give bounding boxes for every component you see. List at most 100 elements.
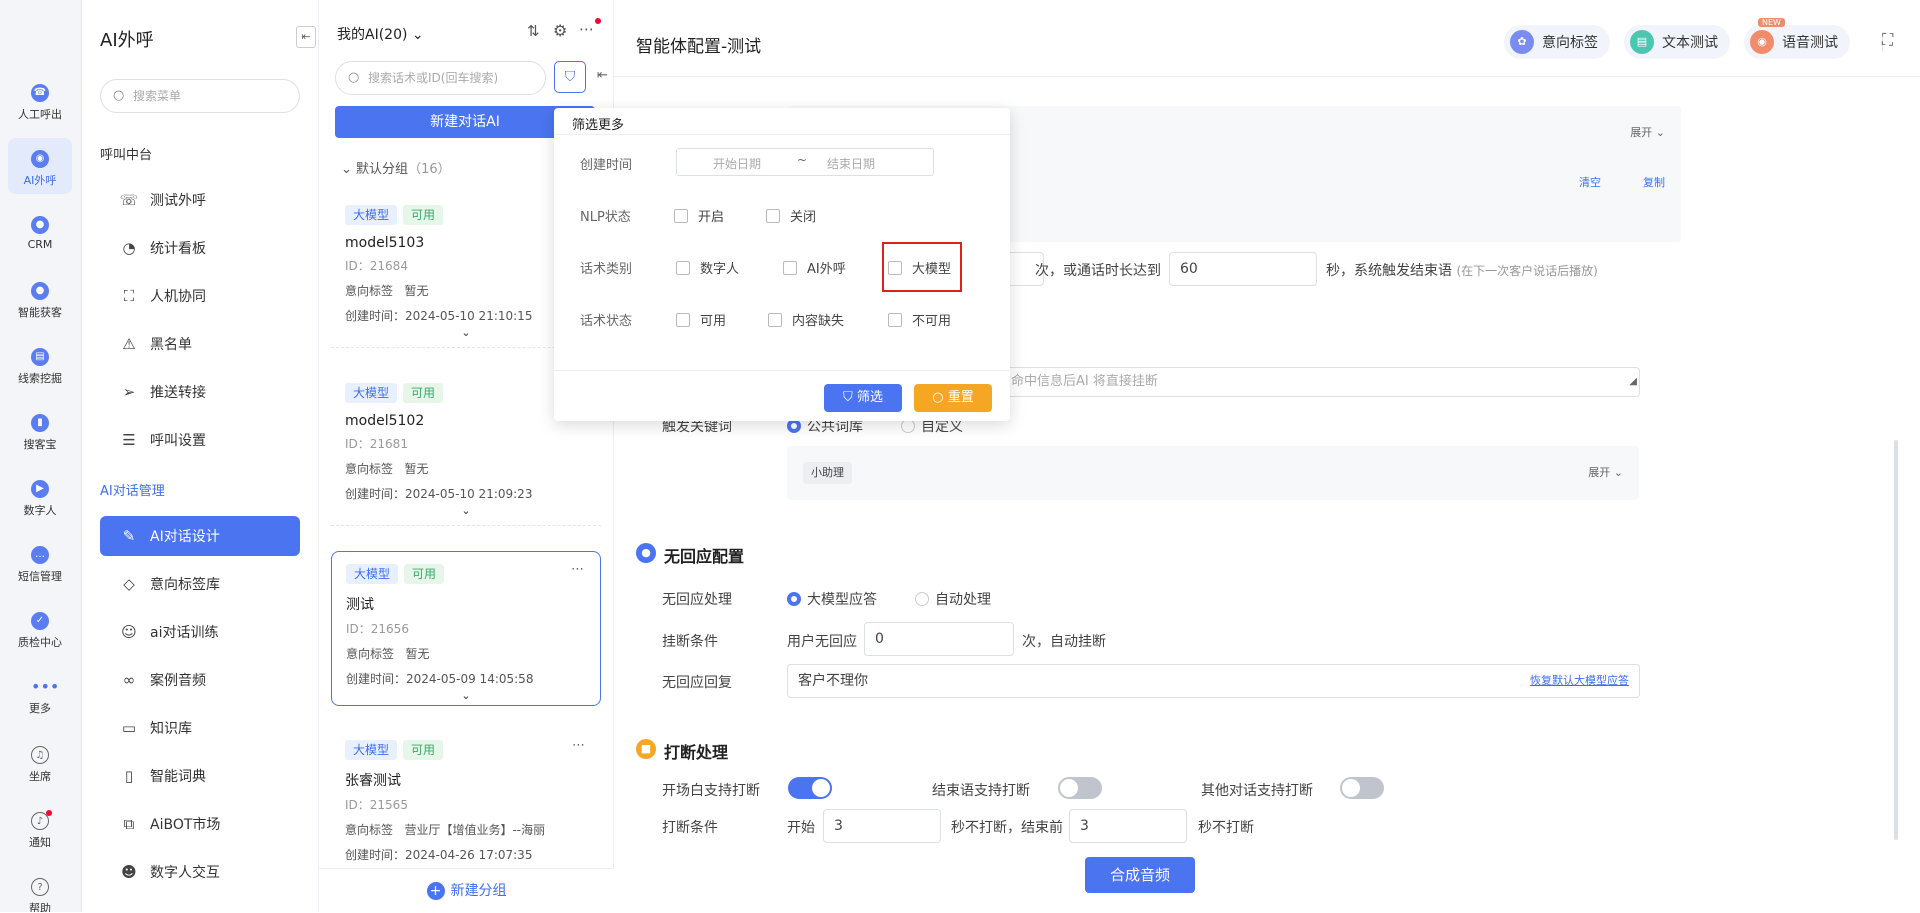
end-interrupt-toggle[interactable] [1058,777,1102,799]
radio-icon [901,419,915,433]
voice-test-button[interactable]: ◉ 语音测试 NEW [1744,18,1850,59]
rail-item-clue[interactable]: ▤ 线索挖掘 [8,336,72,392]
list-collapse-icon[interactable]: ⇤ [597,68,608,83]
ai-card-selected[interactable]: 大模型 可用 ⋯ 测试 ID：21656 意向标签 暂无 创建时间：2024-05… [331,551,601,706]
rail-item-manual-call[interactable]: ☎ 人工呼出 [8,72,72,128]
rail-item-ai-call[interactable]: ◉ AI外呼 [8,138,72,194]
cat-digital-checkbox[interactable]: 数字人 [676,258,739,277]
card-more-icon[interactable]: ⋯ [571,562,584,577]
menu-item-audio[interactable]: ∞ 案例音频 [100,660,300,700]
more-options-icon[interactable]: ⋯ [579,20,594,38]
model-badge: 大模型 [345,740,398,760]
status-unavailable-checkbox[interactable]: 不可用 [888,310,951,329]
scrollbar[interactable] [1894,440,1898,840]
restore-link[interactable]: 恢复默认大模型应答 [1530,665,1629,697]
rail-item-quality[interactable]: ✓ 质检中心 [8,600,72,656]
list-title-dropdown[interactable]: 我的AI(20) ⌄ [337,24,424,44]
noresp-llm-radio[interactable]: 大模型应答 [787,589,877,609]
rail-item-crm[interactable]: ● CRM [8,204,72,260]
cond-end: 秒不打断 [1198,820,1254,836]
menu-item-blacklist[interactable]: ⚠ 黑名单 [100,324,300,364]
filter-button[interactable]: ⛉ 筛选 [824,384,902,412]
hangup-textarea[interactable]: 命中信息后AI 将直接挂断 ◢ [1000,367,1640,397]
menu-item-dictionary[interactable]: ▯ 智能词典 [100,756,300,796]
menu-item-call-settings[interactable]: ☰ 呼叫设置 [100,420,300,460]
menu-item-ai-design[interactable]: ✎ AI对话设计 [100,516,300,556]
rail-item-help[interactable]: ? 帮助 [8,866,72,912]
chevron-down-icon[interactable]: ⌄ [345,326,587,339]
new-badge: NEW [1758,18,1785,27]
menu-item-collab[interactable]: ⛶ 人机协同 [100,276,300,316]
menu-item-push[interactable]: ➢ 推送转接 [100,372,300,412]
expand-link[interactable]: 展开 ⌄ [1588,464,1623,480]
menu-group-call: 呼叫中台 [100,148,153,163]
cond-mid: 秒不打断，结束前 [951,820,1063,836]
intent-tag-button[interactable]: ✿ 意向标签 [1504,25,1610,59]
help-icon: ? [31,878,49,896]
cond-end-input[interactable]: 3 [1069,809,1187,843]
synthesize-audio-button[interactable]: 合成音频 [1085,857,1195,893]
group-header[interactable]: ⌄ 默认分组（16） [341,158,451,177]
menu-item-test-call[interactable]: ☏ 测试外呼 [100,180,300,220]
menu-item-training[interactable]: ☺ ai对话训练 [100,612,300,652]
cat-aicall-checkbox[interactable]: AI外呼 [783,258,846,277]
cond-start-input[interactable]: 3 [823,809,941,843]
seconds-text: 秒，系统触发结束语 (在下一次客户说话后播放) [1326,263,1598,279]
list-search-input[interactable]: ○ 搜索话术或ID(回车搜索) [335,61,546,95]
noresp-title: 无回应配置 [664,547,745,566]
rail-item-sms[interactable]: … 短信管理 [8,534,72,590]
reset-button[interactable]: ○ 重置 [914,384,992,412]
status-missing-checkbox[interactable]: 内容缺失 [768,310,844,329]
ai-call-icon: ◉ [31,150,49,168]
voice-icon: ◉ [1750,30,1774,54]
duration-input[interactable]: 60 [1169,252,1317,286]
rail-item-search-customer[interactable]: ▮ 搜客宝 [8,402,72,458]
new-group-button[interactable]: + 新建分组 [319,868,614,912]
card-id: ID：21565 [345,798,408,812]
filter-icon[interactable]: ⛉ [554,61,586,93]
open-interrupt-label: 开场白支持打断 [662,783,760,799]
menu-item-digital-interact[interactable]: ☻ 数字人交互 [100,852,300,892]
sort-icon[interactable]: ⇅ [527,22,540,40]
card-more-icon[interactable]: ⋯ [572,738,585,753]
rail-item-digital-human[interactable]: ▶ 数字人 [8,468,72,524]
status-ok-checkbox[interactable]: 可用 [676,310,726,329]
rail-item-more[interactable]: ••• 更多 [8,666,72,722]
settings-icon[interactable]: ⚙ [553,21,567,40]
cat-llm-checkbox[interactable]: 大模型 [888,258,951,277]
noresp-auto-radio[interactable]: 自动处理 [915,589,991,609]
nlp-on-checkbox[interactable]: 开启 [674,206,724,225]
crm-icon: ● [31,216,49,234]
nlp-off-checkbox[interactable]: 关闭 [766,206,816,225]
rail-item-notify[interactable]: ♪ 通知 [8,800,72,856]
menu-item-intent-tags[interactable]: ◇ 意向标签库 [100,564,300,604]
hang-text1: 用户无回应 [787,634,857,650]
rail-item-acquire[interactable]: ● 智能获客 [8,270,72,326]
card-id: ID：21656 [346,622,409,636]
page-title: 智能体配置-测试 [636,37,762,57]
menu-item-aibot[interactable]: ⧉ AiBOT市场 [100,804,300,844]
clear-link[interactable]: 清空 [1579,174,1601,190]
rail-item-seat[interactable]: ♫ 坐席 [8,734,72,790]
menu-search-input[interactable]: ○ 搜索菜单 [100,79,300,113]
collapse-menu-icon[interactable]: ⇤ [296,26,316,48]
menu-item-stats[interactable]: ◔ 统计看板 [100,228,300,268]
other-interrupt-toggle[interactable] [1340,777,1384,799]
expand-link[interactable]: 展开 ⌄ [1630,124,1665,140]
book-icon: ▯ [124,767,134,785]
copy-link[interactable]: 复制 [1643,174,1665,190]
menu-item-knowledge[interactable]: ▭ 知识库 [100,708,300,748]
reply-input[interactable]: 客户不理你 恢复默认大模型应答 [787,664,1640,698]
chevron-down-icon[interactable]: ⌄ [346,689,586,702]
fullscreen-icon[interactable]: ⛶ [1882,30,1893,50]
ai-card[interactable]: 大模型 可用 ⋯ 张睿测试 ID：21565 意向标签 营业厅【增值业务】--海丽… [331,728,601,868]
cat-label: 话术类别 [580,262,633,277]
chevron-down-icon: ⌄ [341,162,352,177]
laptop-icon: ▭ [121,719,137,737]
text-test-button[interactable]: ▤ 文本测试 [1624,25,1730,59]
open-interrupt-toggle[interactable] [788,777,832,799]
hang-count-input[interactable]: 0 [864,622,1014,656]
date-range-input[interactable]: 开始日期 ~ 结束日期 [676,148,934,176]
noresp-handle-label: 无回应处理 [662,592,732,608]
chevron-down-icon[interactable]: ⌄ [345,504,587,517]
